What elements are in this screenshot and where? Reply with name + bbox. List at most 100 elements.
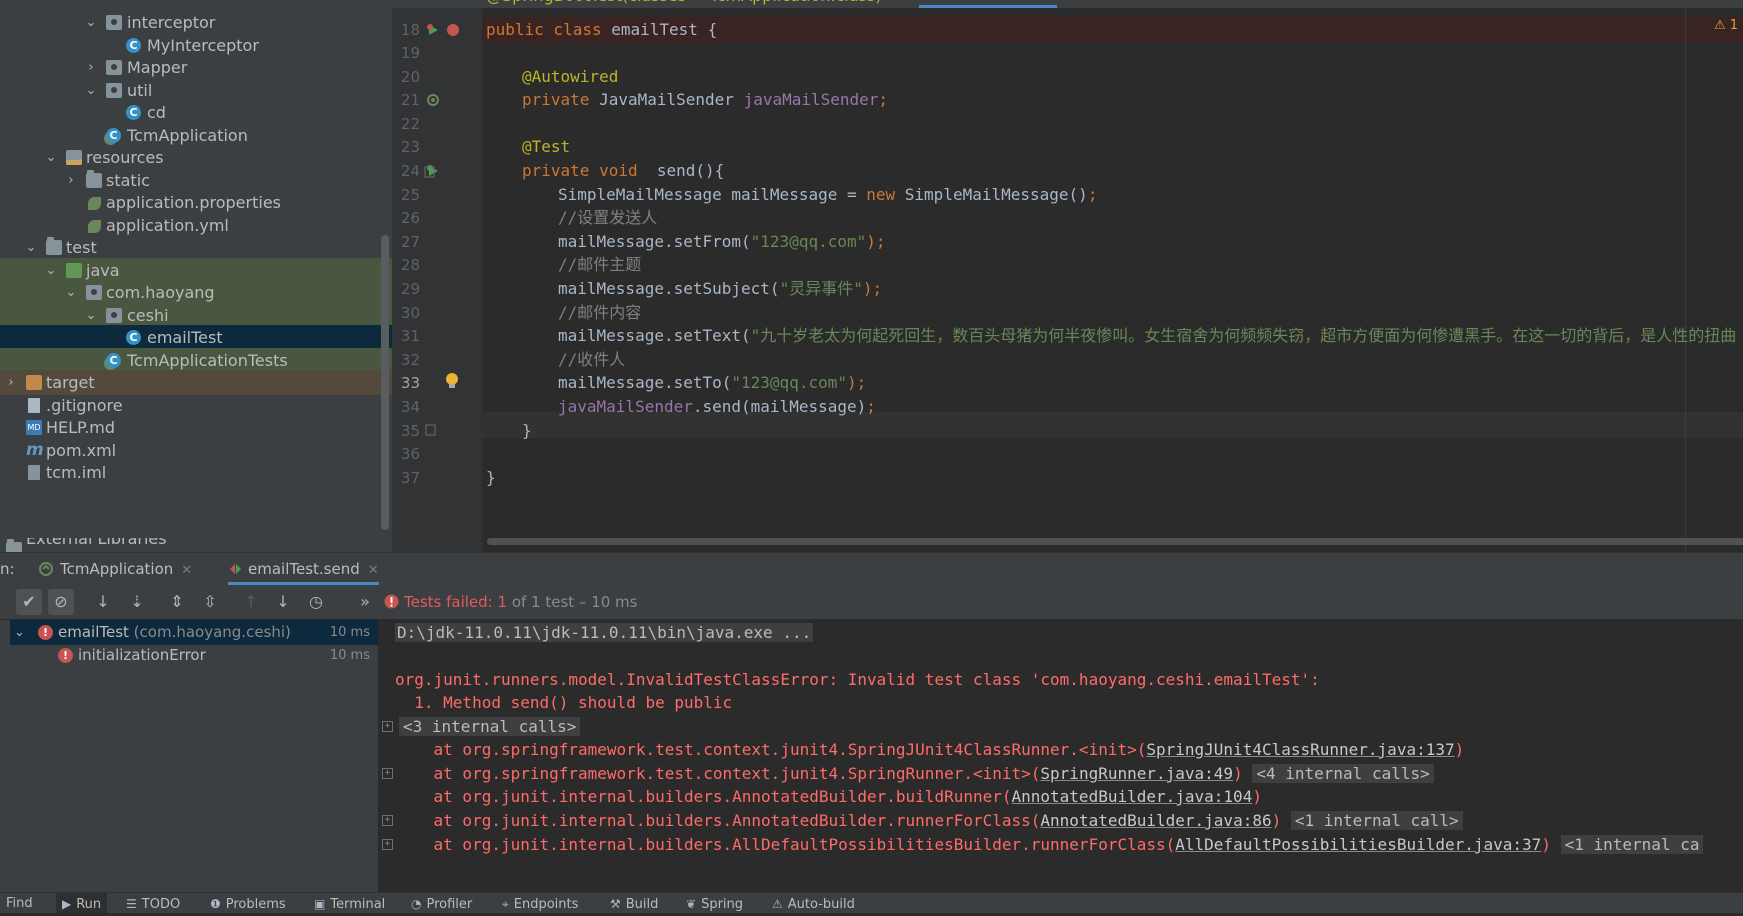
console-stack-line: at org.springframework.test.context.juni… (395, 737, 1465, 763)
tool-window-build[interactable]: ⚒ Build (610, 893, 658, 913)
code-line-37: } (486, 468, 496, 487)
code-editor[interactable]: @SpringBootTest(classes = TcmApplication… (392, 0, 1743, 552)
line-number: 24 (400, 162, 420, 180)
console-command-line: D:\jdk-11.0.11\jdk-11.0.11\bin\java.exe … (395, 620, 814, 646)
tool-window-problems[interactable]: ❶ Problems (210, 893, 286, 913)
tool-window-auto-build[interactable]: ⚠ Auto-build (772, 893, 855, 913)
code-token-keyword: public class (486, 20, 612, 39)
internal-calls-folded[interactable]: <1 internal call> (1290, 811, 1463, 830)
tree-item-help-md[interactable]: MD HELP.md (0, 415, 392, 440)
tool-window-find[interactable]: Find (6, 893, 33, 913)
lightbulb-icon[interactable] (445, 372, 459, 390)
tool-window-profiler[interactable]: ◔ Profiler (411, 893, 472, 913)
expand-all-button[interactable]: ⇕ (164, 589, 190, 615)
stack-frame-link[interactable]: AnnotatedBuilder.java:86 (1040, 811, 1271, 830)
close-icon[interactable]: ✕ (181, 563, 192, 578)
more-actions-button[interactable]: » (352, 589, 378, 615)
code-token-punct: ; (1087, 185, 1098, 204)
collapse-all-button[interactable]: ⇳ (197, 589, 223, 615)
code-token-method: send(){ (647, 161, 725, 180)
chevron-right-icon[interactable]: › (4, 370, 18, 395)
spring-icon: ❦ (686, 897, 697, 911)
tree-item-com-haoyang[interactable]: ⌄ com.haoyang (0, 280, 392, 305)
stack-frame-link[interactable]: SpringJUnit4ClassRunner.java:137 (1146, 740, 1454, 759)
run-tab-emailtest-send[interactable]: emailTest.send ✕ (228, 553, 379, 585)
tree-item-test[interactable]: ⌄ test (0, 235, 392, 260)
bean-navigation-icon[interactable] (426, 93, 440, 107)
test-results-tree: ⌄ ! emailTest (com.haoyang.ceshi) 10 ms … (10, 620, 378, 892)
run-tab-tcmapplication[interactable]: TcmApplication ✕ (38, 553, 192, 585)
tool-window-spring[interactable]: ❦ Spring (686, 893, 743, 913)
internal-calls-folded[interactable]: <3 internal calls> (399, 717, 581, 736)
tree-item-interceptor[interactable]: ⌄ interceptor (0, 10, 392, 35)
line-number: 36 (400, 445, 420, 463)
test-duration: 10 ms (329, 648, 370, 663)
chevron-down-icon[interactable]: ⌄ (44, 145, 58, 170)
sort-by-duration-button[interactable]: ⇣ (124, 589, 150, 615)
chevron-down-icon[interactable]: ⌄ (24, 235, 38, 260)
inspection-warning-indicator[interactable]: ⚠ 1 (1714, 18, 1738, 33)
warning-icon: ⚠ (1714, 18, 1726, 33)
test-failed-icon (230, 564, 241, 574)
tree-scrollbar[interactable] (381, 235, 389, 530)
close-icon[interactable]: ✕ (368, 563, 379, 578)
sort-alphabetically-button[interactable]: ↓ (90, 589, 116, 615)
tree-item-mapper[interactable]: › Mapper (0, 55, 392, 80)
console-output[interactable]: D:\jdk-11.0.11\jdk-11.0.11\bin\java.exe … (378, 620, 1743, 892)
previous-failed-button[interactable]: ↑ (238, 589, 264, 615)
fold-method-icon[interactable] (424, 166, 436, 178)
fold-end-icon[interactable] (425, 424, 437, 436)
tool-window-endpoints[interactable]: ⌖ Endpoints (502, 893, 578, 913)
tree-item-label: tcm.iml (46, 463, 107, 482)
internal-calls-folded[interactable]: <4 internal calls> (1252, 764, 1434, 783)
expand-internal-calls-icon[interactable]: + (382, 839, 393, 850)
tool-window-todo[interactable]: ☰ TODO (126, 893, 180, 913)
test-node-initializationerror[interactable]: ! initializationError 10 ms (10, 643, 378, 668)
tree-item-label: interceptor (127, 13, 216, 32)
run-tab-label: emailTest.send (248, 560, 360, 578)
show-ignored-button[interactable]: ⊘ (48, 589, 74, 615)
expand-internal-calls-icon[interactable]: + (382, 721, 393, 732)
test-history-button[interactable]: ◷ (303, 589, 329, 615)
expand-internal-calls-icon[interactable]: + (382, 815, 393, 826)
show-passed-button[interactable]: ✔ (16, 589, 42, 615)
editor-horizontal-scrollbar[interactable] (487, 538, 1743, 545)
tree-item-tcm-iml[interactable]: tcm.iml (0, 460, 392, 485)
code-line-partial: @SpringBootTest(classes = TcmApplication… (486, 0, 882, 9)
chevron-down-icon[interactable]: ⌄ (14, 620, 25, 645)
tool-window-run[interactable]: ▶ Run (56, 893, 108, 913)
error-icon: ! (38, 625, 53, 640)
chevron-down-icon[interactable]: ⌄ (84, 10, 98, 35)
chevron-right-icon[interactable]: › (84, 55, 98, 80)
expand-internal-calls-icon[interactable]: + (382, 768, 393, 779)
error-icon (384, 594, 399, 609)
code-token-punct: ; (866, 397, 876, 416)
run-test-class-icon[interactable] (426, 23, 440, 37)
tree-item-label: com.haoyang (106, 283, 215, 302)
tree-item-emailtest[interactable]: C emailTest (0, 325, 392, 350)
next-failed-button[interactable]: ↓ (270, 589, 296, 615)
tree-item-application-properties[interactable]: application.properties (0, 190, 392, 215)
tree-item-resources[interactable]: ⌄ resources (0, 145, 392, 170)
tree-item-target[interactable]: › target (0, 370, 392, 395)
tree-item-external-libraries[interactable]: External Libraries (0, 538, 392, 552)
stack-frame-link[interactable]: AllDefaultPossibilitiesBuilder.java:37 (1175, 835, 1541, 854)
tool-window-label: Endpoints (513, 897, 579, 912)
stack-frame-link[interactable]: AnnotatedBuilder.java:104 (1012, 787, 1253, 806)
test-node-emailtest[interactable]: ⌄ ! emailTest (com.haoyang.ceshi) 10 ms (10, 620, 378, 645)
code-line-24: private void send(){ (522, 158, 724, 184)
tool-window-label: Build (625, 897, 659, 912)
tool-window-terminal[interactable]: ▣ Terminal (314, 893, 385, 913)
internal-calls-folded[interactable]: <1 internal ca (1560, 835, 1704, 854)
run-panel-label: n: (0, 560, 15, 578)
breakpoint-icon[interactable] (446, 23, 460, 37)
tool-window-label: Spring (701, 897, 744, 912)
code-line-28: //邮件主题 (558, 255, 642, 274)
tool-window-label: Find (6, 896, 33, 911)
console-command: D:\jdk-11.0.11\jdk-11.0.11\bin\java.exe … (395, 623, 814, 642)
tree-item-cd[interactable]: C cd (0, 100, 392, 125)
stack-frame-text: at org.junit.internal.builders.Annotated… (395, 787, 1012, 806)
markdown-icon: MD (26, 420, 42, 435)
chevron-down-icon[interactable]: ⌄ (64, 280, 78, 305)
stack-frame-link[interactable]: SpringRunner.java:49 (1040, 764, 1233, 783)
